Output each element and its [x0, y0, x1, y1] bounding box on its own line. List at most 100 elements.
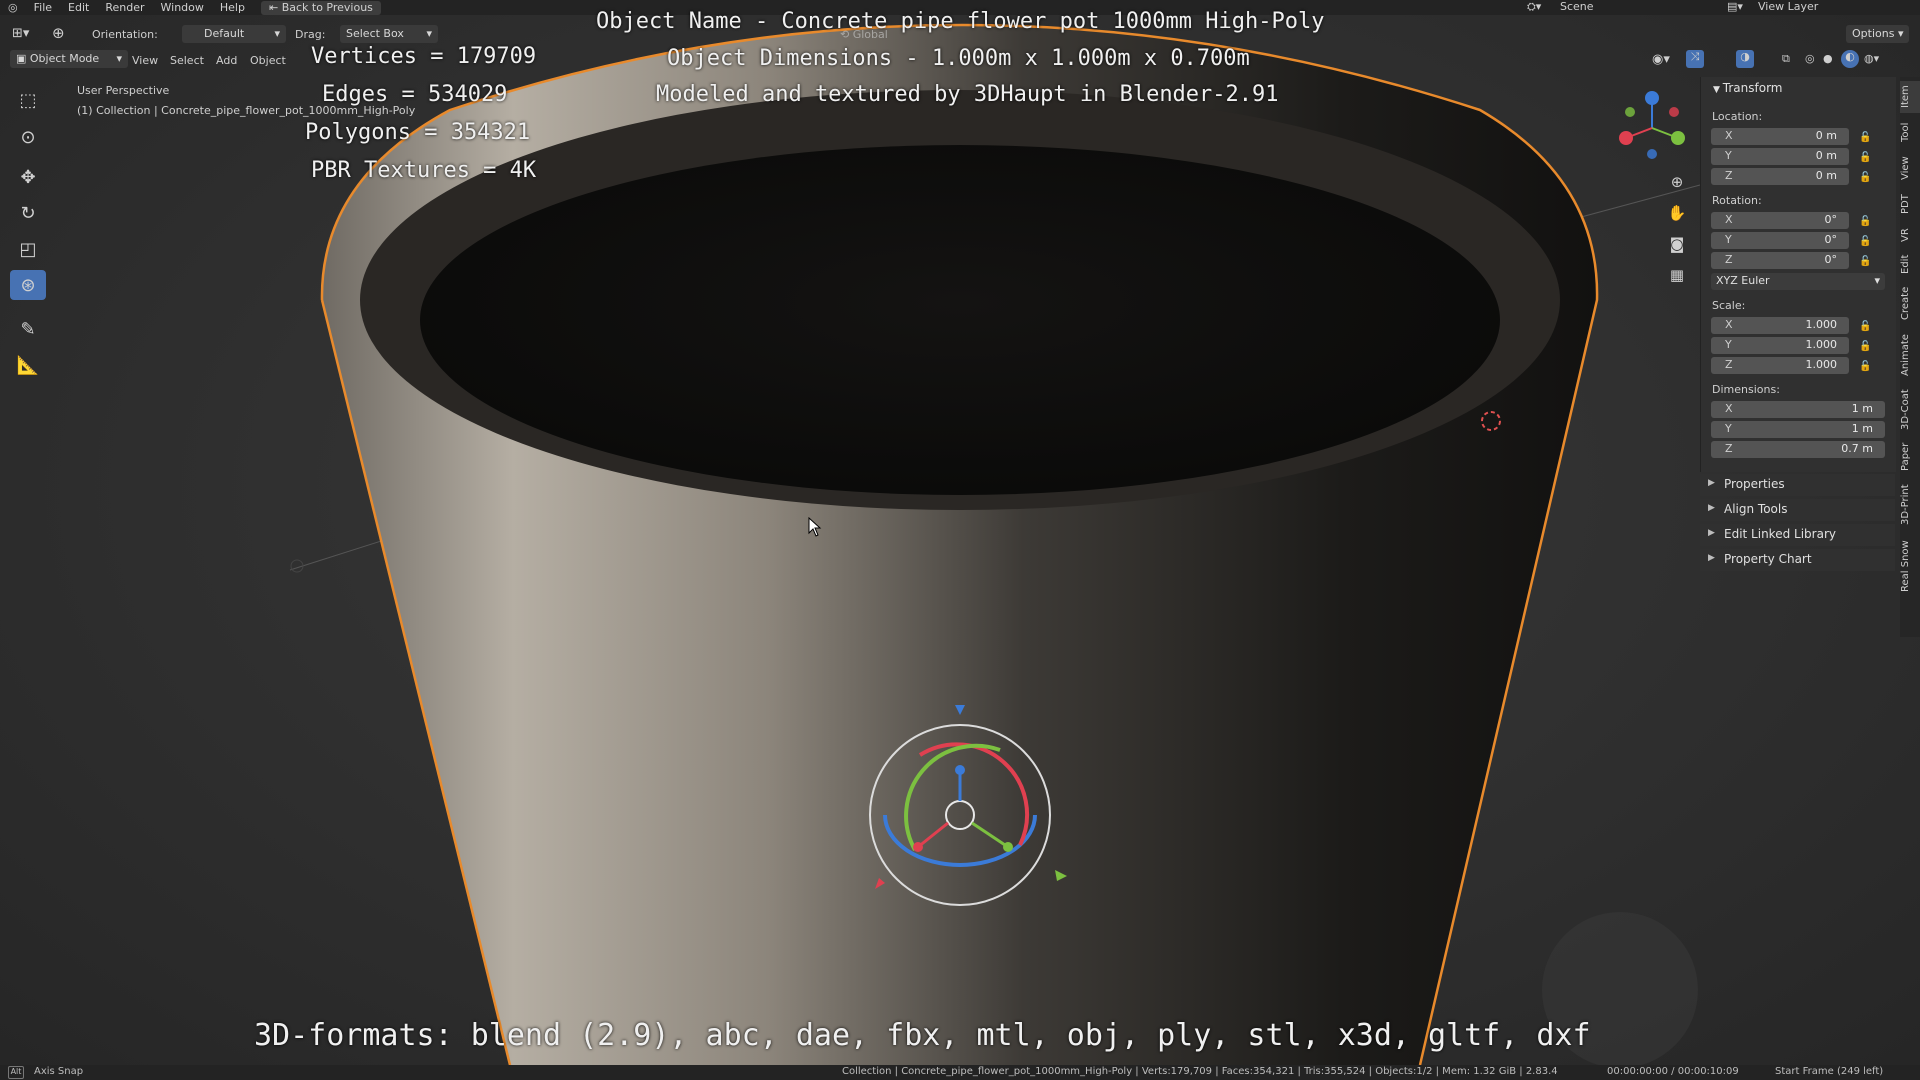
material-shading-icon[interactable]: ◐ — [1841, 50, 1859, 68]
textures-info: PBR Textures = 4K — [311, 158, 537, 183]
tab-item[interactable]: Item — [1900, 81, 1920, 113]
object-dimensions-info: Object Dimensions - 1.000m x 1.000m x 0.… — [667, 46, 1250, 71]
tab-edit[interactable]: Edit — [1900, 251, 1920, 277]
back-icon: ⇤ — [268, 0, 282, 14]
alt-key-icon: Alt — [8, 1066, 24, 1079]
menu-window[interactable]: Window — [153, 1, 212, 14]
status-hint: Axis Snap — [34, 1066, 84, 1077]
grid-view-icon[interactable]: ▦ — [1664, 262, 1690, 288]
tab-3d-print[interactable]: 3D-Print — [1900, 479, 1920, 531]
vertices-count: Vertices = 179709 — [311, 44, 537, 69]
lock-icon[interactable]: 🔓 — [1859, 152, 1871, 163]
gizmo-toggle-icon[interactable]: ⤨ — [1686, 50, 1704, 68]
camera-view-icon[interactable]: ◙ — [1664, 231, 1690, 257]
status-frame: Start Frame (249 left) — [1775, 1066, 1884, 1077]
lock-icon[interactable]: 🔓 — [1859, 256, 1871, 267]
scene-name[interactable]: Scene — [1560, 0, 1594, 13]
solid-shading-icon[interactable]: ● — [1823, 52, 1833, 65]
pot-interior — [420, 145, 1500, 495]
3d-viewport[interactable] — [0, 15, 1920, 1065]
lock-icon[interactable]: 🔓 — [1859, 361, 1871, 372]
dimension-y-field[interactable]: Y1 m — [1711, 421, 1885, 438]
scale-z-field[interactable]: Z 1.000 — [1711, 357, 1849, 374]
mode-dropdown[interactable]: ▣ Object Mode ▾ — [10, 50, 128, 68]
tool-settings-icon[interactable]: ⊕ — [52, 24, 65, 42]
author-credit: Modeled and textured by 3DHaupt in Blend… — [656, 82, 1279, 107]
chevron-right-icon: ▶ — [1708, 528, 1715, 538]
move-tool-icon[interactable]: ✥ — [10, 162, 46, 192]
sidebar-tabs: Item Tool View PDT VR Edit Create Animat… — [1900, 77, 1920, 637]
lock-icon[interactable]: 🔓 — [1859, 341, 1871, 352]
transform-header[interactable]: ▼ Transform — [1713, 81, 1783, 95]
cursor-tool-icon[interactable]: ⊙ — [10, 122, 46, 152]
options-dropdown[interactable]: Options ▾ — [1846, 25, 1910, 43]
wireframe-shading-icon[interactable]: ◎ — [1805, 52, 1815, 65]
dimension-z-field[interactable]: Z 0.7 m — [1711, 441, 1885, 458]
pan-hand-icon[interactable]: ✋ — [1664, 200, 1690, 226]
scale-x-field[interactable]: X 1.000 — [1711, 317, 1849, 334]
status-stats: Collection | Concrete_pipe_flower_pot_10… — [842, 1066, 1558, 1077]
rotation-z-field[interactable]: Z 0° — [1711, 252, 1849, 269]
lock-icon[interactable]: 🔓 — [1859, 236, 1871, 247]
scene-selector-icon[interactable]: ⛭▾ — [1527, 0, 1541, 14]
measure-tool-icon[interactable]: 📐 — [10, 350, 46, 380]
menu-render[interactable]: Render — [97, 1, 152, 14]
scale-tool-icon[interactable]: ◰ — [10, 234, 46, 264]
edges-count: Edges = 534029 — [322, 82, 508, 107]
rotation-x-field[interactable]: X 0° — [1711, 212, 1849, 229]
annotate-tool-icon[interactable]: ✎ — [10, 314, 46, 344]
rendered-shading-icon[interactable]: ◍▾ — [1864, 52, 1879, 65]
lock-icon[interactable]: 🔓 — [1859, 321, 1871, 332]
menu-edit[interactable]: Edit — [60, 1, 97, 14]
rotation-y-field[interactable]: Y 0° — [1711, 232, 1849, 249]
tab-vr[interactable]: VR — [1900, 223, 1920, 247]
navigation-gizmo[interactable] — [1612, 88, 1692, 168]
orientation-dropdown[interactable]: Default ▾ — [182, 25, 286, 43]
scale-label: Scale: — [1712, 299, 1746, 312]
tab-paper[interactable]: Paper — [1900, 439, 1920, 475]
lock-icon[interactable]: 🔓 — [1859, 216, 1871, 227]
rotation-mode-dropdown[interactable]: XYZ Euler ▾ — [1711, 273, 1885, 290]
property-chart-section[interactable]: ▶ Property Chart — [1700, 549, 1895, 571]
location-z-field[interactable]: Z0 m — [1711, 168, 1849, 185]
dimension-x-field[interactable]: X1 m — [1711, 401, 1885, 418]
sidebar-n-panel: ▼ Transform Location: X0 m 🔓 Y0 m 🔓 Z0 m… — [1700, 77, 1896, 472]
blender-logo-icon[interactable]: ◎ — [0, 1, 26, 14]
transform-tool-icon[interactable]: ⊛ — [10, 270, 46, 300]
view-layer-icon[interactable]: ▤▾ — [1727, 0, 1743, 13]
tab-3d-coat[interactable]: 3D-Coat — [1900, 385, 1920, 435]
menu-add[interactable]: Add — [216, 54, 237, 67]
tab-create[interactable]: Create — [1900, 281, 1920, 325]
lock-icon[interactable]: 🔓 — [1859, 172, 1871, 183]
edit-linked-library-section[interactable]: ▶ Edit Linked Library — [1700, 524, 1895, 546]
tab-real-snow[interactable]: Real Snow — [1900, 535, 1920, 597]
tab-view[interactable]: View — [1900, 151, 1920, 185]
tab-pdt[interactable]: PDT — [1900, 189, 1920, 219]
menu-file[interactable]: File — [26, 1, 60, 14]
align-tools-section[interactable]: ▶ Align Tools — [1700, 499, 1895, 521]
menu-help[interactable]: Help — [212, 1, 253, 14]
tab-tool[interactable]: Tool — [1900, 117, 1920, 147]
overlay-toggle-icon[interactable]: ◑ — [1736, 50, 1754, 68]
lock-icon[interactable]: 🔓 — [1859, 132, 1871, 143]
status-time: 00:00:00:00 / 00:00:10:09 — [1607, 1066, 1739, 1077]
menu-select[interactable]: Select — [170, 54, 204, 67]
view-layer-name[interactable]: View Layer — [1758, 0, 1818, 13]
visibility-icon[interactable]: ◉▾ — [1652, 52, 1670, 67]
location-y-field[interactable]: Y0 m — [1711, 148, 1849, 165]
menu-view[interactable]: View — [132, 54, 158, 67]
select-box-tool-icon[interactable]: ⬚ — [10, 85, 46, 115]
chevron-down-icon: ▼ — [1713, 85, 1723, 95]
properties-section[interactable]: ▶ Properties — [1700, 474, 1895, 496]
tab-animate[interactable]: Animate — [1900, 329, 1920, 381]
chevron-right-icon: ▶ — [1708, 478, 1715, 488]
editor-type-icon[interactable]: ⊞▾ — [12, 26, 29, 41]
menu-object[interactable]: Object — [250, 54, 286, 67]
scale-y-field[interactable]: Y 1.000 — [1711, 337, 1849, 354]
xray-icon[interactable]: ⧉ — [1782, 52, 1790, 66]
location-x-field[interactable]: X0 m — [1711, 128, 1849, 145]
zoom-icon[interactable]: ⊕ — [1664, 169, 1690, 195]
back-to-previous-button[interactable]: ⇤ Back to Previous — [260, 0, 381, 15]
rotate-tool-icon[interactable]: ↻ — [10, 198, 46, 228]
drag-dropdown[interactable]: Select Box ▾ — [340, 25, 438, 43]
